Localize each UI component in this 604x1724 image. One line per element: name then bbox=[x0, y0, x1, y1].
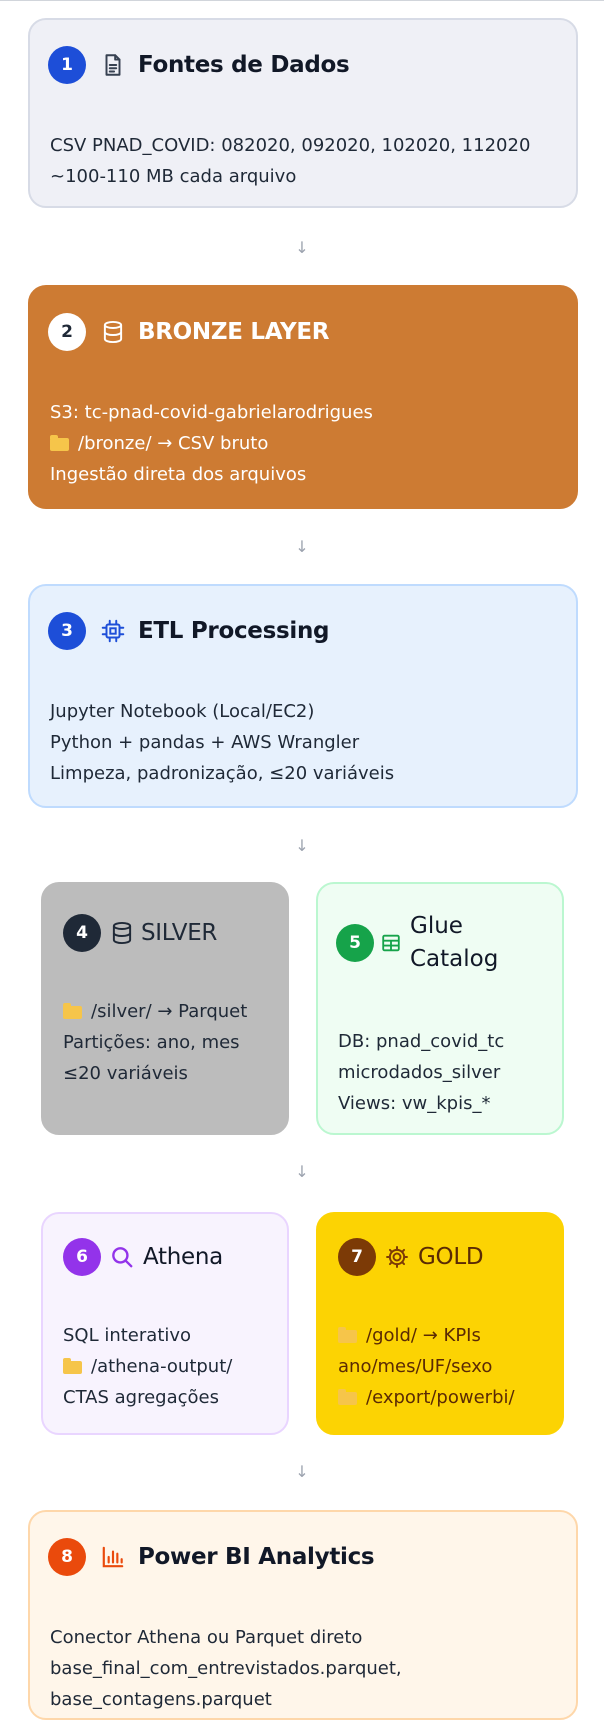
description-line: /silver/ → Parquet bbox=[63, 996, 275, 1027]
step-number-badge: 7 bbox=[338, 1238, 376, 1276]
step-description: DB: pnad_covid_tc microdados_silver View… bbox=[338, 1026, 550, 1119]
bar-chart-icon bbox=[100, 1544, 126, 1570]
flow-arrow-icon: ↓ bbox=[295, 836, 309, 855]
step-title: SILVER bbox=[141, 920, 218, 946]
step-title: GOLD bbox=[418, 1244, 484, 1270]
description-line: /export/powerbi/ bbox=[338, 1382, 550, 1413]
description-line: /gold/ → KPIs bbox=[338, 1320, 550, 1351]
description-line: base_final_com_entrevistados.parquet, bbox=[50, 1658, 402, 1679]
database-icon bbox=[109, 920, 135, 946]
step-7-card: 7 GOLD /gold/ → KPIs ano/mes/UF/sexo /ex… bbox=[316, 1212, 564, 1435]
gear-icon bbox=[384, 1244, 410, 1270]
description-line: CSV PNAD_COVID: 082020, 092020, 102020, … bbox=[50, 135, 531, 156]
description-line: SQL interativo bbox=[63, 1325, 192, 1346]
flow-arrow-icon: ↓ bbox=[295, 537, 309, 556]
step-6-card: 6 Athena SQL interativo /athena-output/ … bbox=[41, 1212, 289, 1435]
step-description: CSV PNAD_COVID: 082020, 092020, 102020, … bbox=[50, 130, 564, 192]
step-description: Jupyter Notebook (Local/EC2) Python + pa… bbox=[50, 696, 564, 789]
step-2-card: 2 BRONZE LAYER S3: tc-pnad-covid-gabriel… bbox=[28, 285, 578, 509]
table-icon bbox=[380, 932, 402, 954]
step-title: Power BI Analytics bbox=[138, 1544, 375, 1570]
description-line: /athena-output/ bbox=[63, 1351, 275, 1382]
step-number-badge: 6 bbox=[63, 1238, 101, 1276]
folder-icon bbox=[338, 1327, 357, 1343]
step-number-badge: 4 bbox=[63, 914, 101, 952]
description-line: ano/mes/UF/sexo bbox=[338, 1356, 493, 1377]
flow-arrow-icon: ↓ bbox=[295, 1462, 309, 1481]
description-line: Conector Athena ou Parquet direto bbox=[50, 1627, 363, 1648]
step-title: ETL Processing bbox=[138, 618, 330, 644]
step-title: Fontes de Dados bbox=[138, 52, 350, 78]
description-line: DB: pnad_covid_tc bbox=[338, 1031, 505, 1052]
step-number-badge: 1 bbox=[48, 46, 86, 84]
description-line: Views: vw_kpis_* bbox=[338, 1093, 491, 1114]
description-line: /bronze/ → CSV bruto bbox=[50, 428, 564, 459]
description-line: Jupyter Notebook (Local/EC2) bbox=[50, 701, 315, 722]
top-divider bbox=[0, 0, 604, 1]
step-description: S3: tc-pnad-covid-gabrielarodrigues /bro… bbox=[50, 397, 564, 490]
description-line: microdados_silver bbox=[338, 1062, 501, 1083]
step-number-badge: 3 bbox=[48, 612, 86, 650]
step-description: SQL interativo /athena-output/ CTAS agre… bbox=[63, 1320, 275, 1413]
description-line: Python + pandas + AWS Wrangler bbox=[50, 732, 360, 753]
step-4-card: 4 SILVER /silver/ → Parquet Partições: a… bbox=[41, 882, 289, 1135]
step-title: Glue Catalog bbox=[410, 913, 499, 972]
folder-icon bbox=[63, 1358, 82, 1374]
description-line: S3: tc-pnad-covid-gabrielarodrigues bbox=[50, 402, 373, 423]
step-number-badge: 5 bbox=[336, 924, 374, 962]
step-description: /silver/ → Parquet Partições: ano, mes ≤… bbox=[63, 996, 275, 1089]
document-icon bbox=[100, 52, 126, 78]
description-line: base_contagens.parquet bbox=[50, 1689, 272, 1710]
folder-icon bbox=[50, 435, 69, 451]
cpu-icon bbox=[100, 618, 126, 644]
description-line: ≤20 variáveis bbox=[63, 1063, 188, 1084]
folder-icon bbox=[63, 1003, 82, 1019]
step-5-card: 5 Glue Catalog DB: pnad_covid_tc microda… bbox=[316, 882, 564, 1135]
step-description: /gold/ → KPIs ano/mes/UF/sexo /export/po… bbox=[338, 1320, 550, 1413]
description-line: ~100-110 MB cada arquivo bbox=[50, 166, 297, 187]
search-icon bbox=[109, 1244, 135, 1270]
description-line: Limpeza, padronização, ≤20 variáveis bbox=[50, 763, 395, 784]
description-line: Partições: ano, mes bbox=[63, 1032, 240, 1053]
flow-arrow-icon: ↓ bbox=[295, 1162, 309, 1181]
flow-arrow-icon: ↓ bbox=[295, 238, 309, 257]
step-number-badge: 2 bbox=[48, 313, 86, 351]
step-3-card: 3 ETL Processing Jupyter Notebook (Local… bbox=[28, 584, 578, 808]
step-description: Conector Athena ou Parquet direto base_f… bbox=[50, 1622, 564, 1715]
step-title: BRONZE LAYER bbox=[138, 319, 330, 345]
step-number-badge: 8 bbox=[48, 1538, 86, 1576]
folder-icon bbox=[338, 1389, 357, 1405]
description-line: CTAS agregações bbox=[63, 1387, 219, 1408]
database-icon bbox=[100, 319, 126, 345]
step-1-card: 1 Fontes de Dados CSV PNAD_COVID: 082020… bbox=[28, 18, 578, 208]
description-line: Ingestão direta dos arquivos bbox=[50, 464, 307, 485]
step-8-card: 8 Power BI Analytics Conector Athena ou … bbox=[28, 1510, 578, 1720]
step-title: Athena bbox=[143, 1244, 223, 1270]
